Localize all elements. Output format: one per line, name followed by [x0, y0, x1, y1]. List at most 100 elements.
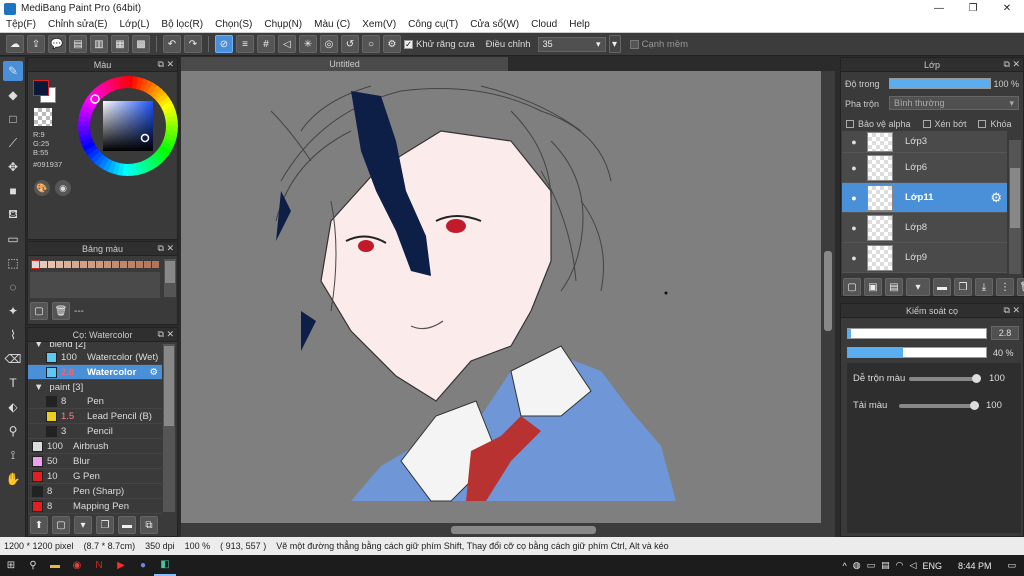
grid-icon[interactable]: ▩	[132, 35, 150, 53]
color-load-slider[interactable]	[899, 404, 979, 408]
snap-off-icon[interactable]: ⊘	[215, 35, 233, 53]
device-icon[interactable]: ▭	[867, 560, 876, 571]
new-layer-1bit-icon[interactable]: ▤	[885, 278, 903, 296]
brush-item-pen-sharp[interactable]: 8 Pen (Sharp)	[28, 484, 162, 499]
magic-wand-icon[interactable]: ✦	[3, 301, 23, 321]
menu-window[interactable]: Cửa sổ(W)	[464, 19, 525, 30]
brush-settings-gear-icon[interactable]: ⚙	[149, 367, 158, 378]
blend-mode-select[interactable]: Bình thường ▾	[889, 96, 1019, 110]
snap-circle-icon[interactable]: ◎	[320, 35, 338, 53]
snap-radial-icon[interactable]: ✳	[299, 35, 317, 53]
document-icon[interactable]: ▥	[90, 35, 108, 53]
brush-group-blend[interactable]: ▼ blend [2]	[28, 342, 162, 350]
panel-icon[interactable]: ▤	[69, 35, 87, 53]
antialias-toggle[interactable]: ✓ Khử răng cưa	[404, 39, 475, 50]
eye-icon[interactable]: ●	[848, 136, 860, 148]
menu-color[interactable]: Màu (C)	[308, 19, 356, 30]
layer-row[interactable]: ● Lớp6	[842, 153, 1007, 183]
palette-swatch[interactable]	[88, 261, 95, 268]
palette-swatch[interactable]	[144, 261, 151, 268]
search-icon[interactable]: ⚲	[22, 555, 44, 576]
brush-item-lead-pencil[interactable]: 1.5 Lead Pencil (B)	[28, 409, 162, 424]
blend-color-slider[interactable]	[909, 377, 979, 381]
brush-item-airbrush[interactable]: 100 Airbrush	[28, 439, 162, 454]
layer-row[interactable]: ● Lớp9	[842, 243, 1007, 273]
primary-color-swatch[interactable]	[33, 80, 49, 96]
select-rect-icon[interactable]: ⬚	[3, 253, 23, 273]
settings-gear-icon[interactable]: ⚙	[383, 35, 401, 53]
brush-opacity-slider[interactable]	[847, 347, 987, 358]
panel-popout-close-icon[interactable]: ⧉ ✕	[1004, 305, 1020, 316]
color-wheel[interactable]	[78, 76, 178, 176]
file-explorer-icon[interactable]: ▬	[44, 555, 66, 576]
palette-swatch[interactable]	[64, 261, 71, 268]
select-pen-icon[interactable]: ⌇	[3, 325, 23, 345]
snap-grid-icon[interactable]: #	[257, 35, 275, 53]
panel-popout-close-icon[interactable]: ⧉ ✕	[158, 243, 174, 254]
gradient-tool-icon[interactable]: ▭	[3, 229, 23, 249]
snap-curve-icon[interactable]: ↺	[341, 35, 359, 53]
eraser-tool-icon[interactable]: ◆	[3, 85, 23, 105]
adjust-dropdown-icon[interactable]: ▾	[608, 35, 621, 53]
brush-size-value[interactable]: 2.8	[991, 326, 1019, 340]
maximize-button[interactable]: ❐	[956, 0, 990, 17]
comment-icon[interactable]: 💬	[48, 35, 66, 53]
palette-swatch[interactable]	[56, 261, 63, 268]
palette-swatch[interactable]	[80, 261, 87, 268]
menu-cloud[interactable]: Cloud	[525, 19, 563, 30]
select-eraser-icon[interactable]: ⌫	[3, 349, 23, 369]
lock-checkbox[interactable]	[978, 120, 987, 128]
delete-palette-icon[interactable]: 🗑	[52, 302, 70, 320]
snap-perspective-icon[interactable]: ◁	[278, 35, 296, 53]
soft-edge-checkbox[interactable]	[629, 39, 639, 49]
language-indicator[interactable]: ENG	[922, 561, 942, 571]
hand-tool-icon[interactable]: ✋	[3, 469, 23, 489]
layer-opacity-slider[interactable]	[889, 78, 991, 89]
lasso-icon[interactable]: ◌	[3, 277, 23, 297]
brush-list-scrollbar[interactable]	[163, 344, 175, 512]
new-palette-icon[interactable]: ▢	[30, 302, 48, 320]
brush-item-watercolor-wet[interactable]: 100 Watercolor (Wet)	[28, 350, 162, 365]
protect-alpha-checkbox[interactable]	[846, 120, 854, 128]
canvas-tab[interactable]: Untitled	[181, 57, 508, 71]
duplicate-layer-icon[interactable]: ❐	[954, 278, 972, 296]
clipping-checkbox[interactable]	[922, 120, 931, 128]
add-brush-icon[interactable]: ⬆	[30, 516, 48, 534]
layer-row[interactable]: ● Lớp8	[842, 213, 1007, 243]
discord-tray-icon[interactable]: ◍	[853, 560, 861, 571]
folder-icon[interactable]: ▬	[118, 516, 136, 534]
netflix-icon[interactable]: N	[88, 555, 110, 576]
palette-swatch[interactable]	[96, 261, 103, 268]
layer-list-scrollbar[interactable]	[1009, 140, 1021, 274]
menu-filter[interactable]: Bộ lọc(R)	[155, 19, 209, 30]
chevron-up-icon[interactable]: ^	[843, 561, 847, 571]
close-button[interactable]: ✕	[990, 0, 1024, 17]
snap-ellipse-icon[interactable]: ○	[362, 35, 380, 53]
palette-swap-icon[interactable]: 🎨	[34, 180, 50, 196]
layer-settings-gear-icon[interactable]: ⚙	[990, 190, 1002, 206]
adjust-select[interactable]: 35 ▾	[537, 36, 606, 52]
palette-swatch-row[interactable]	[30, 259, 165, 271]
palette-scrollbar[interactable]	[164, 259, 176, 297]
menu-tools[interactable]: Công cụ(T)	[402, 19, 464, 30]
layer-row-selected[interactable]: ● Lớp11 ⚙	[842, 183, 1007, 213]
new-layer-8bit-icon[interactable]: ▣	[864, 278, 882, 296]
minimize-button[interactable]: —	[922, 0, 956, 17]
redo-icon[interactable]: ↷	[184, 35, 202, 53]
network-icon[interactable]: ▤	[881, 560, 890, 571]
fill-rect-tool-icon[interactable]: ■	[3, 181, 23, 201]
soft-edge-toggle[interactable]: Cạnh mềm	[629, 39, 688, 50]
wifi-icon[interactable]: ◠	[896, 560, 904, 571]
menu-select[interactable]: Chọn(S)	[209, 19, 258, 30]
color-history-icon[interactable]: ◉	[55, 180, 71, 196]
panel-popout-close-icon[interactable]: ⧉ ✕	[158, 329, 174, 340]
drawing-canvas[interactable]	[181, 71, 821, 523]
brush-tool-icon[interactable]: ✎	[3, 61, 23, 81]
layer-row[interactable]: ● Lớp3	[842, 131, 1007, 153]
menu-edit[interactable]: Chỉnh sửa(E)	[42, 19, 114, 30]
chrome-icon[interactable]: ◉	[66, 555, 88, 576]
palette-swatch[interactable]	[40, 261, 47, 268]
snap-parallel-icon[interactable]: ≡	[236, 35, 254, 53]
panel-popout-close-icon[interactable]: ⧉ ✕	[1004, 59, 1020, 70]
menu-layer[interactable]: Lớp(L)	[114, 19, 156, 30]
